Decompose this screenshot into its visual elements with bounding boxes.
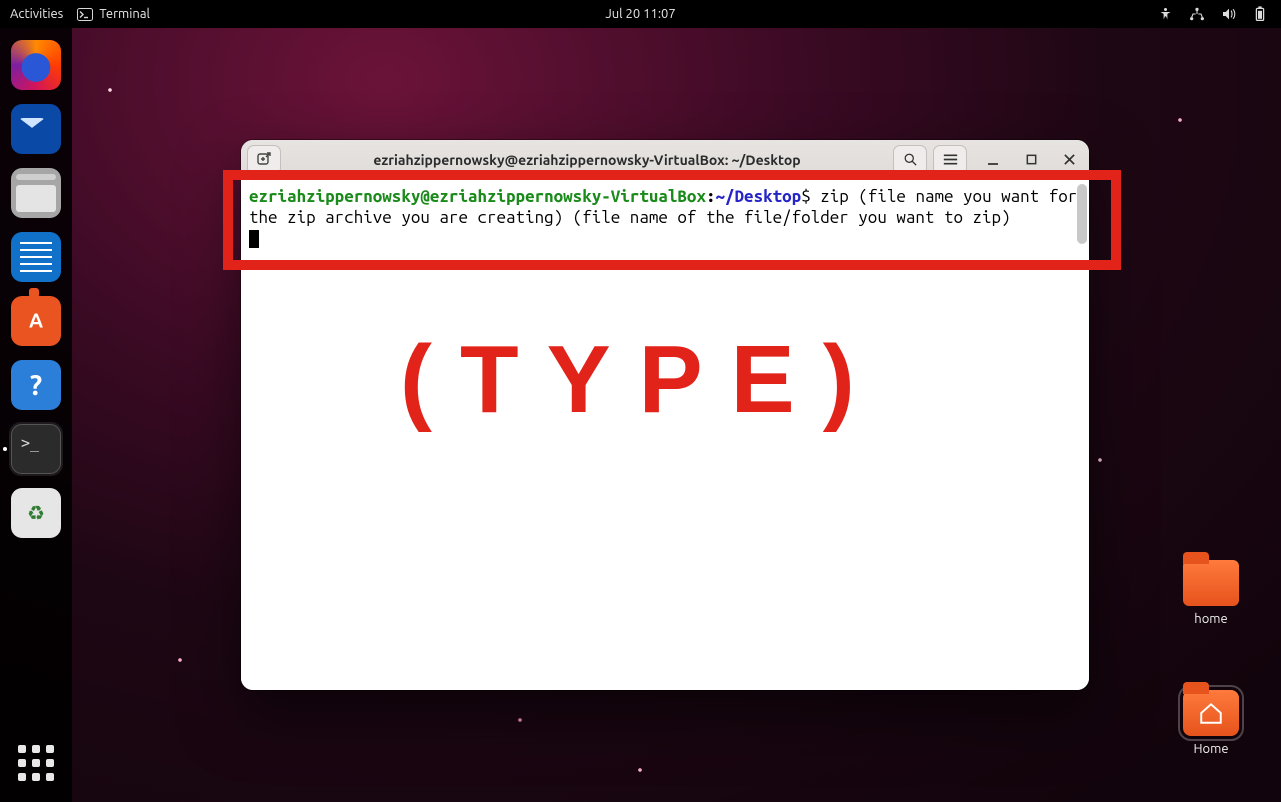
files-icon: [11, 168, 61, 218]
folder-icon: [1183, 560, 1239, 606]
help-icon: ?: [11, 360, 61, 410]
window-titlebar[interactable]: ezriahzippernowsky@ezriahzippernowsky-Vi…: [241, 140, 1089, 180]
accessibility-icon[interactable]: [1158, 7, 1173, 22]
home-folder-icon: [1183, 690, 1239, 736]
active-app-label: Terminal: [99, 7, 150, 21]
firefox-icon: [11, 40, 61, 90]
trash-icon: [11, 488, 61, 538]
dock-item-terminal[interactable]: [9, 422, 63, 476]
terminal-cursor: [249, 230, 259, 248]
network-icon[interactable]: [1189, 7, 1205, 21]
window-title: ezriahzippernowsky@ezriahzippernowsky-Vi…: [287, 152, 887, 168]
thunderbird-icon: [11, 104, 61, 154]
show-applications-button[interactable]: [9, 736, 63, 790]
dock-item-software[interactable]: [9, 294, 63, 348]
dock-item-firefox[interactable]: [9, 38, 63, 92]
dock-item-files[interactable]: [9, 166, 63, 220]
battery-icon[interactable]: [1253, 6, 1267, 22]
terminal-icon: [77, 8, 93, 21]
prompt-symbol: $: [801, 187, 811, 206]
top-bar: Activities Terminal Jul 20 11:07: [0, 0, 1281, 28]
terminal-viewport[interactable]: ezriahzippernowsky@ezriahzippernowsky-Vi…: [241, 180, 1089, 690]
active-app-indicator[interactable]: Terminal: [77, 7, 150, 21]
prompt-user: ezriahzippernowsky@ezriahzippernowsky-Vi…: [249, 187, 706, 206]
desktop-folder-home[interactable]: home: [1171, 560, 1251, 626]
dock: ?: [0, 28, 72, 802]
dock-item-writer[interactable]: [9, 230, 63, 284]
terminal-dock-icon: [11, 424, 61, 474]
dock-item-help[interactable]: ?: [9, 358, 63, 412]
writer-icon: [11, 232, 61, 282]
clock[interactable]: Jul 20 11:07: [605, 7, 675, 21]
dock-item-thunderbird[interactable]: [9, 102, 63, 156]
minimize-button[interactable]: [979, 146, 1007, 174]
terminal-prompt-line: ezriahzippernowsky@ezriahzippernowsky-Vi…: [249, 187, 1077, 227]
software-icon: [11, 296, 61, 346]
new-tab-button[interactable]: [247, 145, 281, 175]
scrollbar-thumb[interactable]: [1077, 184, 1087, 244]
search-button[interactable]: [893, 145, 927, 175]
prompt-separator: :: [706, 187, 716, 206]
prompt-path: ~/Desktop: [716, 187, 802, 206]
volume-icon[interactable]: [1221, 7, 1237, 21]
activities-button[interactable]: Activities: [10, 7, 63, 21]
maximize-button[interactable]: [1017, 146, 1045, 174]
close-button[interactable]: [1055, 146, 1083, 174]
desktop-home-dir[interactable]: Home: [1171, 690, 1251, 756]
hamburger-menu-button[interactable]: [933, 145, 967, 175]
dock-item-trash[interactable]: [9, 486, 63, 540]
desktop-folder-label: home: [1171, 612, 1251, 626]
terminal-window: ezriahzippernowsky@ezriahzippernowsky-Vi…: [241, 140, 1089, 690]
desktop-home-label: Home: [1171, 742, 1251, 756]
